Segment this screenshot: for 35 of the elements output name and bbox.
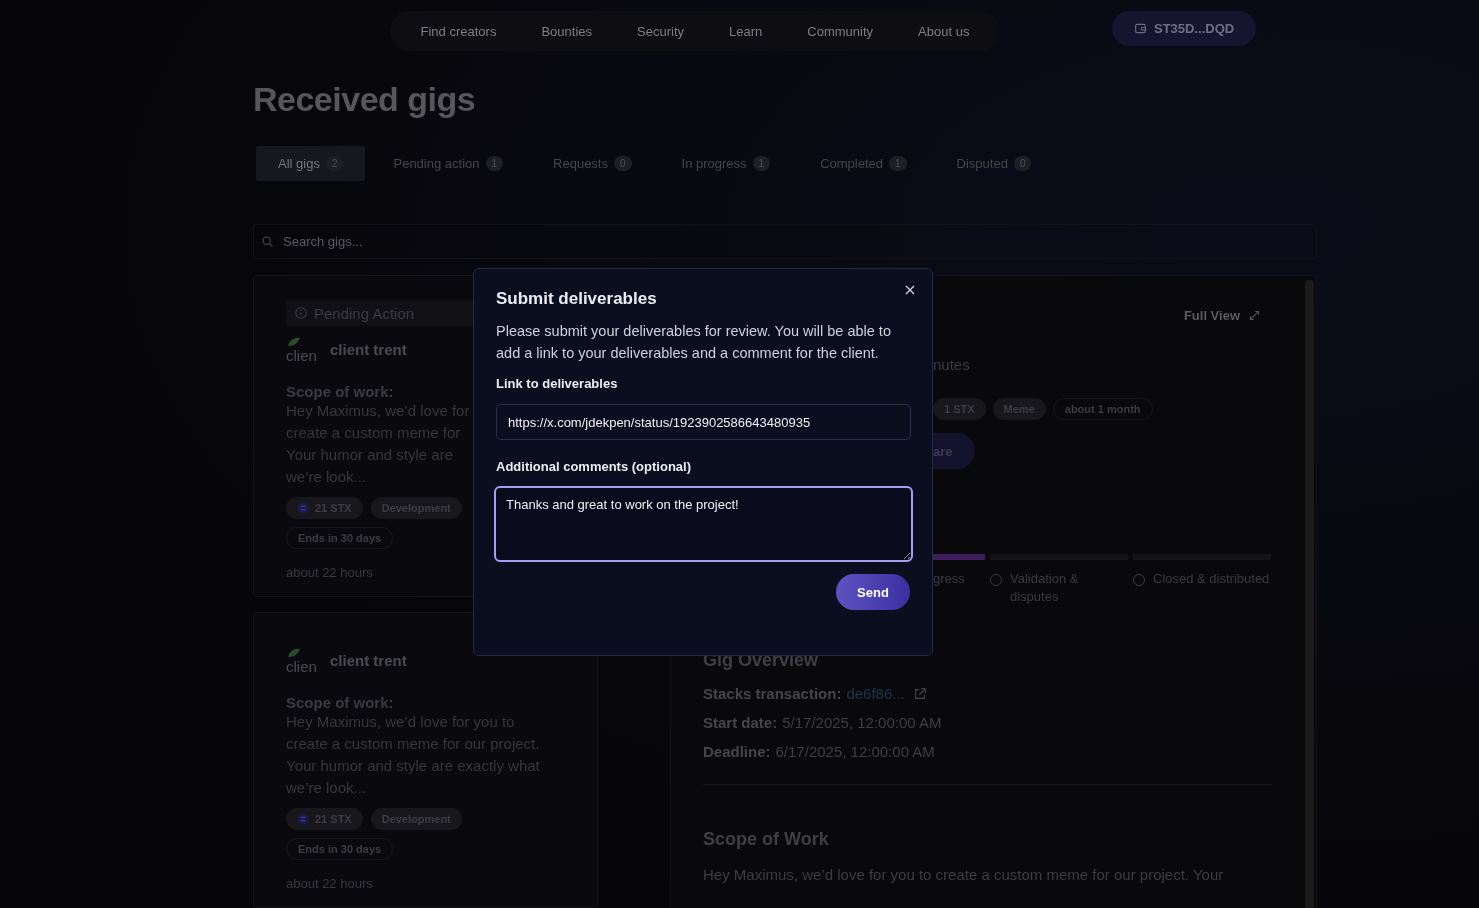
external-link-icon[interactable] [912,686,927,701]
comments-input[interactable]: Thanks and great to work on the project! [494,486,913,562]
client-name: client trent [330,652,407,669]
page-title: Received gigs [253,80,477,119]
search-field[interactable]: Search gigs... [253,224,1317,259]
field-value: 6/17/2025, 12:00:00 AM [775,743,935,760]
client-name: client trent [330,341,407,358]
field-label: Start date: [703,714,778,731]
nav-link[interactable]: About us [918,23,970,39]
coin-icon [297,502,309,514]
info-icon [294,306,308,320]
expand-icon [1248,309,1261,322]
full-view-button[interactable]: Full View [1183,308,1275,323]
wallet-icon [1134,21,1147,35]
field-value: 5/17/2025, 12:00:00 AM [782,714,942,731]
send-button[interactable]: Send [836,574,910,610]
close-icon [904,284,916,296]
nav-link[interactable]: Find creators [420,23,497,39]
avatar-alt-text: clien [286,659,318,674]
link-input[interactable]: https://x.com/jdekpen/status/1923902586643480935 [496,404,911,440]
nav-link[interactable]: Bounties [541,23,592,39]
broken-image-icon [286,647,302,659]
search-icon [261,235,274,248]
field-label: Deadline: [703,743,771,760]
gig-card[interactable] [253,612,598,908]
close-button[interactable] [904,284,916,296]
coin-icon [297,813,309,825]
nav-link[interactable]: Security [637,23,684,39]
field-label: Stacks transaction: [703,685,842,702]
section-title: Scope of Work [703,829,830,850]
broken-image-icon [286,336,302,348]
nav-link[interactable]: Learn [729,23,763,39]
nav-link[interactable]: Community [807,23,874,39]
avatar-alt-text: clien [286,348,318,363]
wallet-button[interactable]: ST35D...DQD [1112,10,1257,46]
